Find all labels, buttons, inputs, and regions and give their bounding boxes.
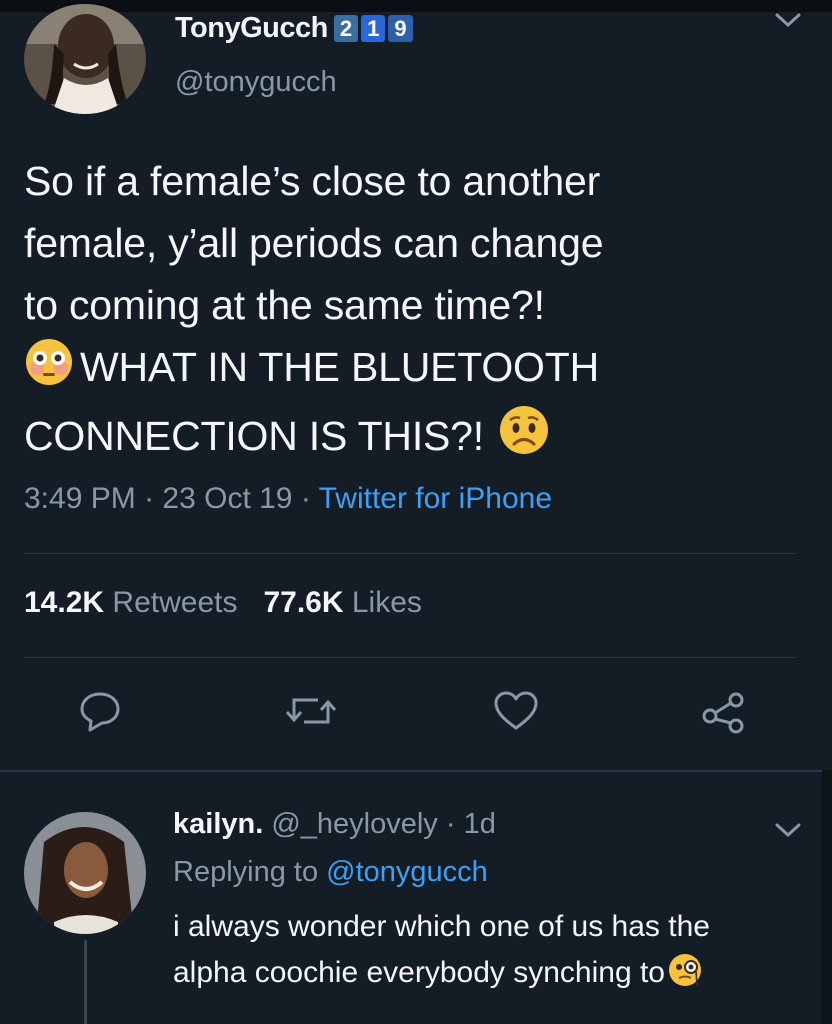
divider bbox=[24, 553, 796, 554]
likes-count[interactable]: 77.6K bbox=[263, 586, 343, 619]
reply-header: kailyn. @_heylovely · 1d bbox=[173, 808, 496, 841]
divider bbox=[24, 657, 796, 658]
reply-handle-time[interactable]: @_heylovely · 1d bbox=[263, 808, 496, 840]
thread-separator bbox=[0, 770, 832, 772]
meta-separator: · bbox=[135, 482, 163, 515]
reply-display-name[interactable]: kailyn. bbox=[173, 808, 263, 840]
tweet-text-line: female, y’all periods can change bbox=[24, 220, 604, 266]
likes-label[interactable]: Likes bbox=[352, 586, 422, 619]
tweet-text-line-with-emoji: CONNECTION IS THIS?! bbox=[24, 404, 814, 473]
share-icon[interactable] bbox=[700, 690, 748, 739]
tweet-date: 23 Oct 19 bbox=[162, 482, 293, 515]
tweet-meta: 3:49 PM · 23 Oct 19 · Twitter for iPhone bbox=[24, 482, 552, 516]
retweet-icon[interactable] bbox=[284, 690, 338, 737]
reply-icon[interactable] bbox=[78, 690, 122, 737]
meta-separator: · bbox=[292, 482, 319, 515]
like-icon[interactable] bbox=[493, 690, 539, 737]
retweets-count[interactable]: 14.2K bbox=[24, 586, 104, 619]
thread-line bbox=[84, 940, 87, 1024]
chevron-down-icon[interactable] bbox=[775, 822, 801, 843]
flushed-face-emoji bbox=[24, 337, 74, 404]
replying-to-prefix: Replying to bbox=[173, 856, 327, 888]
replying-to: Replying to @tonygucch bbox=[173, 856, 488, 889]
tweet-text: So if a female’s close to another female… bbox=[24, 150, 814, 473]
reply-avatar[interactable] bbox=[24, 812, 146, 934]
author-handle[interactable]: @tonygucch bbox=[175, 66, 337, 99]
tweet-time: 3:49 PM bbox=[24, 482, 136, 515]
author-avatar[interactable] bbox=[24, 4, 146, 114]
tweet-text-line: WHAT IN THE BLUETOOTH bbox=[80, 344, 599, 390]
reply-text-line: i always wonder which one of us has the bbox=[173, 910, 710, 943]
name-badge: 1 bbox=[361, 15, 386, 42]
tweet-source-link[interactable]: Twitter for iPhone bbox=[319, 482, 552, 515]
reply-text-line: alpha coochie everybody synching to bbox=[173, 956, 665, 989]
top-edge bbox=[0, 0, 832, 12]
chevron-down-icon[interactable] bbox=[775, 12, 801, 33]
tweet-stats: 14.2K Retweets 77.6K Likes bbox=[24, 586, 422, 620]
replying-to-mention[interactable]: @tonygucch bbox=[326, 856, 488, 888]
name-badge: 9 bbox=[388, 15, 413, 42]
tweet-text-line-with-emoji: WHAT IN THE BLUETOOTH bbox=[24, 336, 814, 404]
name-badge: 2 bbox=[333, 15, 359, 42]
reply-text: i always wonder which one of us has the … bbox=[173, 904, 813, 1002]
reply-text-line-with-emoji: alpha coochie everybody synching to bbox=[173, 950, 813, 1002]
worried-face-emoji bbox=[498, 404, 550, 473]
retweets-label[interactable]: Retweets bbox=[112, 586, 237, 619]
edge-shadow bbox=[822, 770, 832, 1024]
tweet-text-line: to coming at the same time?! bbox=[24, 282, 545, 328]
tweet-text-line: So if a female’s close to another bbox=[24, 158, 601, 204]
author-display-name[interactable]: TonyGucch bbox=[175, 12, 328, 45]
author-name-row[interactable]: TonyGucch 2 1 9 bbox=[175, 12, 413, 45]
tweet-text-line: CONNECTION IS THIS?! bbox=[24, 413, 484, 459]
face-with-monocle-emoji bbox=[667, 952, 703, 1002]
